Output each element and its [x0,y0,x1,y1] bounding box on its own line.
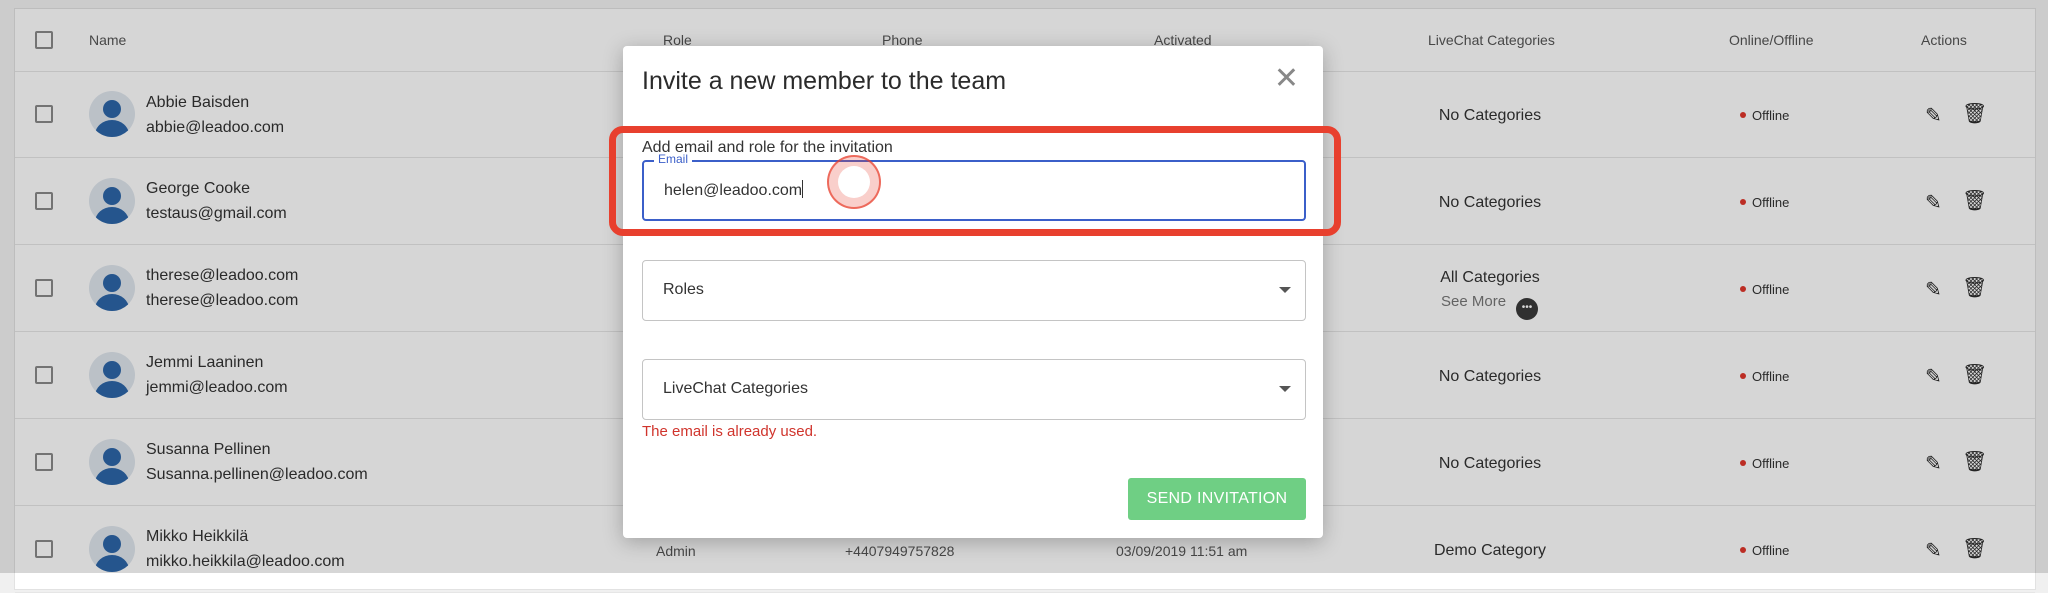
invite-member-dialog: Invite a new member to the team ✕ Add em… [623,46,1323,538]
roles-select[interactable]: Roles [642,260,1306,321]
categories-select-value: LiveChat Categories [663,380,808,397]
chevron-down-icon [1279,386,1291,392]
roles-select-value: Roles [663,281,704,298]
click-indicator [827,155,881,209]
send-invitation-button[interactable]: SEND INVITATION [1128,478,1306,520]
livechat-categories-select[interactable]: LiveChat Categories [642,359,1306,420]
email-highlight-annotation [609,126,1341,236]
close-icon[interactable]: ✕ [1274,64,1299,94]
email-error-message: The email is already used. [642,423,818,440]
dialog-title: Invite a new member to the team [642,67,1007,95]
chevron-down-icon [1279,287,1291,293]
